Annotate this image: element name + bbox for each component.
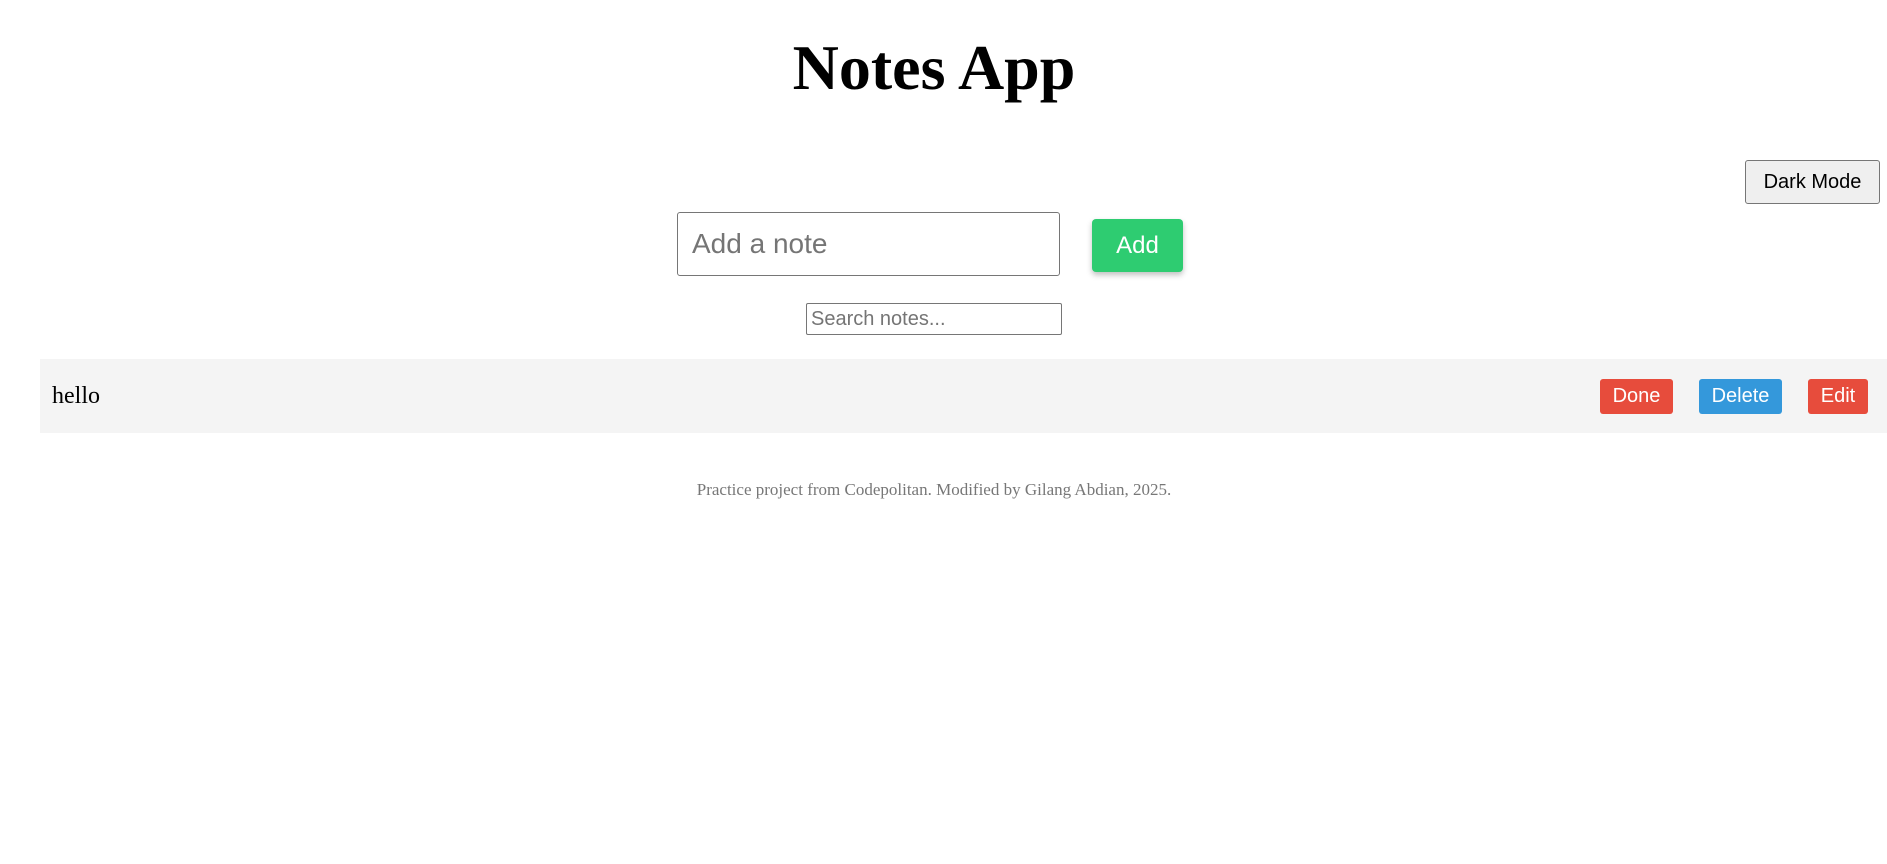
done-button[interactable]: Done — [1600, 379, 1673, 414]
note-list: hello Done Delete Edit — [40, 359, 1887, 433]
footer-credit: Practice project from Codepolitan. Modif… — [696, 480, 1172, 499]
page-title: Notes App — [792, 32, 1076, 103]
dark-mode-button[interactable]: Dark Mode — [1745, 160, 1880, 204]
edit-button[interactable]: Edit — [1808, 379, 1868, 414]
delete-button[interactable]: Delete — [1699, 379, 1782, 414]
note-item: hello Done Delete Edit — [40, 359, 1887, 433]
note-text: hello — [52, 383, 100, 409]
note-input[interactable] — [677, 212, 1060, 276]
add-button[interactable]: Add — [1092, 219, 1183, 272]
search-input[interactable] — [806, 303, 1062, 335]
